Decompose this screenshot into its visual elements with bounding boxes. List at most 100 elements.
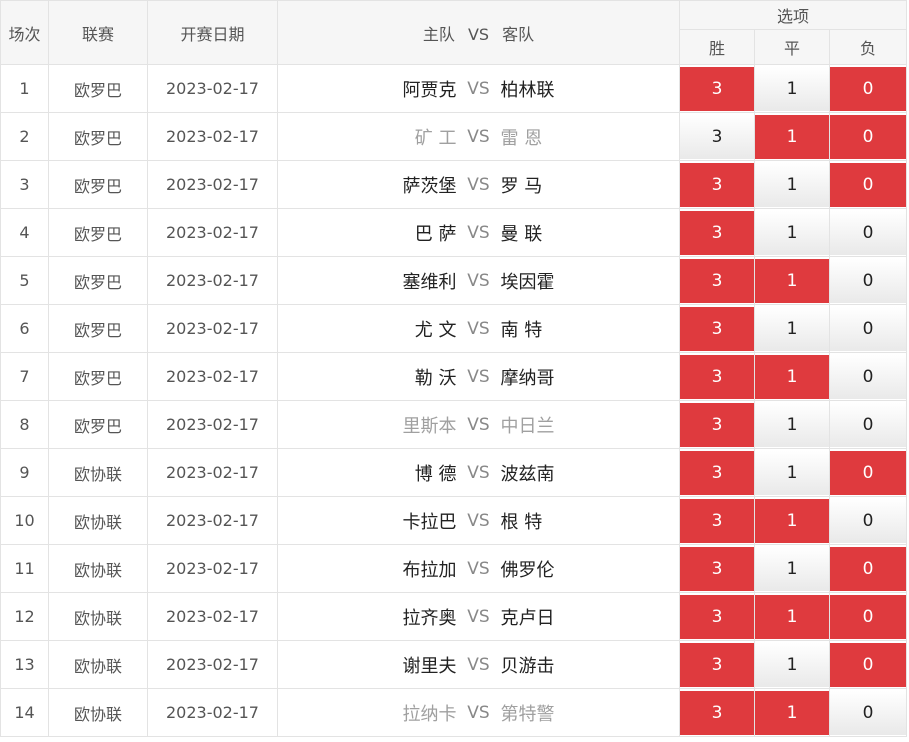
match-index: 14 [0,688,49,737]
option-draw-button[interactable]: 1 [755,546,829,591]
away-team: 佛罗伦 [500,559,555,581]
option-win-button[interactable]: 3 [680,450,754,495]
header-teams: 主队 VS 客队 [277,0,680,65]
option-draw-button[interactable]: 1 [755,66,829,111]
option-draw-button[interactable]: 1 [755,162,829,207]
home-team: 拉纳卡 [402,703,457,725]
match-index: 13 [0,640,49,689]
match-teams: 萨茨堡 VS 罗 马 [277,160,680,209]
match-index: 3 [0,160,49,209]
home-team: 巴 萨 [414,223,457,245]
home-team: 卡拉巴 [402,511,457,533]
option-draw-button[interactable]: 1 [755,402,829,447]
option-lose-button[interactable]: 0 [830,690,907,735]
option-win-cell: 3 [679,544,755,593]
league-name: 欧罗巴 [48,208,148,257]
option-draw-button[interactable]: 1 [755,690,829,735]
option-win-button[interactable]: 3 [680,642,754,687]
match-date: 2023-02-17 [147,448,278,497]
option-draw-cell: 1 [754,160,830,209]
vs-label: VS [467,414,490,435]
option-lose-button[interactable]: 0 [830,114,907,159]
teams-wrap: 拉纳卡 VS 第特警 [278,700,679,726]
option-win-button[interactable]: 3 [680,546,754,591]
league-name: 欧罗巴 [48,112,148,161]
option-win-button[interactable]: 3 [680,354,754,399]
away-team: 罗 马 [500,175,543,197]
match-teams: 尤 文 VS 南 特 [277,304,680,353]
match-date: 2023-02-17 [147,640,278,689]
league-name: 欧罗巴 [48,304,148,353]
teams-wrap: 萨茨堡 VS 罗 马 [278,172,679,198]
table-row: 13 欧协联 2023-02-17 谢里夫 VS 贝游击 3 1 0 [0,640,908,689]
option-draw-cell: 1 [754,448,830,497]
header-index: 场次 [0,0,49,65]
option-win-button[interactable]: 3 [680,114,754,159]
option-win-button[interactable]: 3 [680,258,754,303]
match-teams: 拉纳卡 VS 第特警 [277,688,680,737]
option-lose-button[interactable]: 0 [830,210,907,255]
home-team: 塞维利 [402,271,457,293]
match-teams: 布拉加 VS 佛罗伦 [277,544,680,593]
option-win-button[interactable]: 3 [680,162,754,207]
option-draw-button[interactable]: 1 [755,114,829,159]
option-lose-button[interactable]: 0 [830,546,907,591]
header-opt-lose: 负 [828,29,908,65]
option-lose-cell: 0 [828,256,908,305]
match-index: 8 [0,400,49,449]
option-lose-button[interactable]: 0 [830,306,907,351]
option-draw-button[interactable]: 1 [755,450,829,495]
option-draw-button[interactable]: 1 [755,354,829,399]
vs-label: VS [467,558,490,579]
option-draw-button[interactable]: 1 [755,306,829,351]
option-win-cell: 3 [679,352,755,401]
header-options: 选项 [678,0,908,30]
league-name: 欧协联 [48,640,148,689]
option-win-button[interactable]: 3 [680,690,754,735]
header-away: 客队 [502,24,535,44]
option-lose-cell: 0 [828,208,908,257]
option-win-cell: 3 [679,688,755,737]
option-draw-cell: 1 [754,64,830,113]
match-teams: 拉齐奥 VS 克卢日 [277,592,680,641]
option-draw-button[interactable]: 1 [755,594,829,639]
option-lose-button[interactable]: 0 [830,66,907,111]
option-draw-button[interactable]: 1 [755,642,829,687]
home-team: 拉齐奥 [402,607,457,629]
teams-wrap: 矿 工 VS 雷 恩 [278,124,679,150]
option-draw-cell: 1 [754,112,830,161]
option-lose-button[interactable]: 0 [830,402,907,447]
match-date: 2023-02-17 [147,352,278,401]
option-lose-button[interactable]: 0 [830,354,907,399]
teams-wrap: 卡拉巴 VS 根 特 [278,508,679,534]
vs-label: VS [467,462,490,483]
option-win-cell: 3 [679,160,755,209]
match-index: 4 [0,208,49,257]
option-win-button[interactable]: 3 [680,402,754,447]
option-lose-button[interactable]: 0 [830,594,907,639]
option-win-button[interactable]: 3 [680,594,754,639]
vs-label: VS [467,510,490,531]
header-opt-draw: 平 [754,29,830,65]
option-draw-button[interactable]: 1 [755,210,829,255]
option-lose-button[interactable]: 0 [830,162,907,207]
option-lose-button[interactable]: 0 [830,498,907,543]
option-win-button[interactable]: 3 [680,498,754,543]
match-index: 12 [0,592,49,641]
option-lose-button[interactable]: 0 [830,450,907,495]
option-draw-button[interactable]: 1 [755,258,829,303]
option-lose-button[interactable]: 0 [830,642,907,687]
option-win-button[interactable]: 3 [680,210,754,255]
match-rows: 1 欧罗巴 2023-02-17 阿贾克 VS 柏林联 3 1 0 2 欧罗巴 2023-02-17 矿… [0,64,908,737]
vs-label: VS [467,222,490,243]
league-name: 欧协联 [48,592,148,641]
option-draw-button[interactable]: 1 [755,498,829,543]
table-row: 5 欧罗巴 2023-02-17 塞维利 VS 埃因霍 3 1 0 [0,256,908,305]
away-team: 根 特 [500,511,543,533]
option-draw-cell: 1 [754,256,830,305]
option-win-button[interactable]: 3 [680,66,754,111]
option-win-button[interactable]: 3 [680,306,754,351]
match-index: 9 [0,448,49,497]
option-lose-button[interactable]: 0 [830,258,907,303]
option-lose-cell: 0 [828,688,908,737]
